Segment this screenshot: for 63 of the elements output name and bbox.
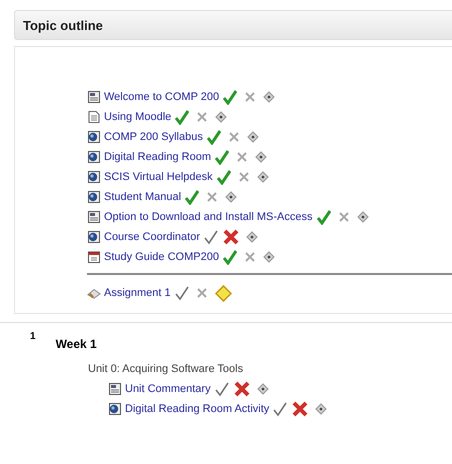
- close-icon[interactable]: [196, 111, 208, 123]
- tick-icon[interactable]: [222, 90, 238, 104]
- globe-page-icon: [87, 170, 101, 184]
- tick-icon[interactable]: [174, 110, 190, 124]
- globe-page-icon: [87, 190, 101, 204]
- activity-link[interactable]: Option to Download and Install MS-Access: [104, 211, 312, 223]
- unit-label: Unit 0: Acquiring Software Tools: [88, 363, 244, 375]
- activity-link[interactable]: Using Moodle: [104, 111, 172, 123]
- globe-page-icon: [87, 150, 101, 164]
- tick-icon[interactable]: [316, 210, 330, 224]
- diamond-icon[interactable]: [256, 171, 269, 183]
- close-icon[interactable]: [238, 171, 250, 183]
- close-icon[interactable]: [196, 287, 208, 299]
- page-icon: [108, 382, 122, 396]
- tick-icon[interactable]: [216, 170, 231, 184]
- activity-link[interactable]: Digital Reading Room Activity: [125, 403, 270, 415]
- tick-icon[interactable]: [184, 190, 200, 204]
- globe-page-icon: [87, 230, 101, 244]
- globe-page-icon: [87, 130, 101, 144]
- tick-icon[interactable]: [174, 286, 189, 300]
- close-icon[interactable]: [206, 191, 218, 203]
- activity-link[interactable]: Course Coordinator: [104, 231, 200, 243]
- section-number: 1: [30, 331, 36, 344]
- activity-link[interactable]: Study Guide COMP200: [104, 251, 219, 263]
- close-icon[interactable]: [236, 151, 248, 163]
- activity-link[interactable]: Welcome to COMP 200: [104, 91, 220, 103]
- close-icon[interactable]: [234, 381, 250, 397]
- header-title: Topic outline: [23, 18, 103, 32]
- diamond-icon[interactable]: [356, 211, 368, 223]
- tick-icon[interactable]: [206, 130, 221, 144]
- activity-link[interactable]: Unit Commentary: [125, 383, 211, 395]
- section-title: Week 1: [56, 337, 97, 351]
- close-icon[interactable]: [244, 91, 256, 103]
- activity-link[interactable]: Digital Reading Room: [104, 151, 211, 163]
- activity-link[interactable]: COMP 200 Syllabus: [104, 131, 203, 143]
- diamond-icon[interactable]: [246, 131, 259, 143]
- close-icon[interactable]: [228, 131, 240, 143]
- diamond-icon[interactable]: [262, 251, 275, 263]
- globe-page-icon: [108, 402, 122, 416]
- activity-link[interactable]: SCIS Virtual Helpdesk: [104, 171, 213, 183]
- close-icon[interactable]: [338, 211, 350, 223]
- page-icon: [87, 210, 101, 224]
- close-icon[interactable]: [244, 251, 256, 263]
- diamond-icon[interactable]: [215, 111, 228, 123]
- close-icon[interactable]: [292, 401, 308, 417]
- diamond-icon[interactable]: [246, 231, 258, 243]
- tick-icon[interactable]: [272, 402, 288, 416]
- activity-link[interactable]: Assignment 1: [104, 287, 171, 299]
- calendar-icon: [87, 250, 101, 264]
- diamond-icon[interactable]: [255, 151, 267, 163]
- tick-icon[interactable]: [222, 250, 237, 264]
- diamond-icon[interactable]: [315, 403, 328, 415]
- close-icon[interactable]: [223, 229, 239, 245]
- diamond-icon[interactable]: [256, 383, 269, 395]
- tick-icon[interactable]: [214, 382, 229, 396]
- tick-icon[interactable]: [214, 150, 229, 164]
- tick-icon[interactable]: [203, 230, 218, 244]
- diamond-icon[interactable]: [225, 191, 238, 203]
- diamond-icon[interactable]: [263, 91, 276, 103]
- document-icon: [87, 110, 101, 124]
- assignment-icon: [87, 286, 101, 300]
- page-icon: [87, 90, 101, 104]
- activity-link[interactable]: Student Manual: [104, 191, 182, 203]
